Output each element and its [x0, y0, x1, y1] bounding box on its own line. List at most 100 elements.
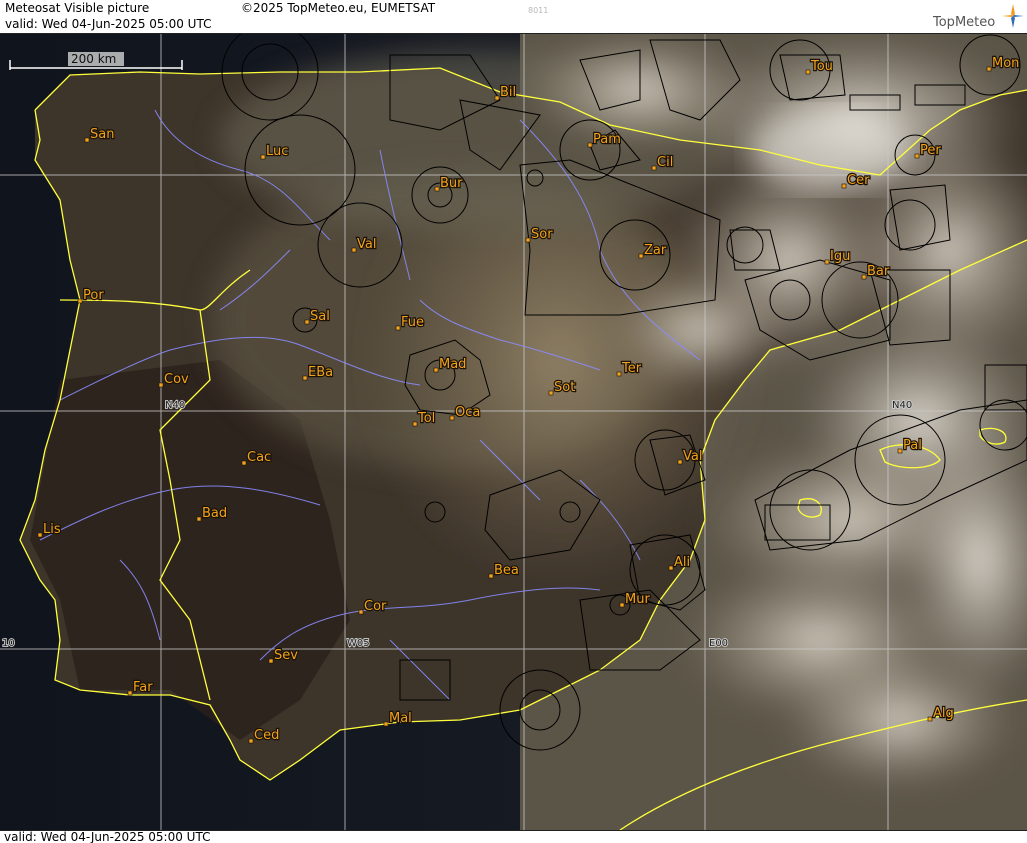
footer-bar: valid: Wed 04-Jun-2025 05:00 UTC	[0, 830, 1027, 843]
city-dot	[268, 658, 274, 664]
city-marker-luc: Luc	[260, 143, 290, 160]
city-label: Bea	[494, 563, 519, 578]
city-dot	[434, 186, 440, 192]
city-dot	[677, 459, 683, 465]
city-dot	[358, 609, 364, 615]
city-marker-cor: Cor	[358, 598, 388, 615]
city-label: Bad	[202, 506, 227, 521]
city-label: Sev	[274, 648, 298, 663]
city-dot	[260, 154, 266, 160]
city-marker-ocа: Ocа	[449, 404, 482, 421]
city-dot	[241, 460, 247, 466]
city-marker-bea: Bea	[488, 562, 520, 579]
city-dot	[433, 367, 439, 373]
city-marker-sev: Sev	[268, 647, 299, 664]
city-label: Mal	[389, 711, 412, 726]
city-dot	[861, 274, 867, 280]
city-marker-zar: Zar	[638, 242, 668, 259]
city-marker-mur: Mur	[619, 591, 652, 608]
city-dot	[805, 69, 811, 75]
city-marker-pam: Pam	[587, 131, 622, 148]
pyrenees-clouds	[750, 110, 910, 190]
city-label: Cor	[364, 599, 387, 614]
brand-text: TopMeteo	[933, 15, 996, 30]
city-dot	[616, 371, 622, 377]
city-dot	[986, 66, 992, 72]
scale-bar-label: 200 km	[71, 52, 116, 66]
city-label: Igu	[830, 249, 850, 264]
city-label: Mon	[992, 56, 1019, 71]
city-dot	[77, 298, 83, 304]
city-label: Sor	[531, 227, 553, 242]
city-label: Mad	[439, 357, 466, 372]
satellite-map-frame: Meteosat Visible picture valid: Wed 04-J…	[0, 0, 1027, 843]
city-dot	[383, 721, 389, 727]
city-marker-tou: Tou	[805, 58, 834, 75]
city-marker-mad: Mad	[433, 356, 468, 373]
city-dot	[619, 602, 625, 608]
lat-label-n40: N40	[165, 400, 185, 411]
city-dot	[494, 95, 500, 101]
city-label: Luc	[266, 144, 288, 159]
city-label: Alg	[933, 706, 954, 721]
city-marker-ced: Ced	[248, 727, 281, 744]
city-dot	[449, 415, 455, 421]
city-label: Ter	[621, 361, 642, 376]
city-dot	[488, 573, 494, 579]
city-label: Pam	[593, 132, 621, 147]
lon-label-e00: E00	[709, 638, 728, 649]
city-label: Fue	[401, 315, 424, 330]
city-dot	[651, 165, 657, 171]
city-marker-cer: Cer	[841, 172, 871, 189]
city-dot	[84, 137, 90, 143]
city-label: Cil	[657, 155, 673, 170]
lon-label-w10: 10	[2, 638, 15, 649]
city-label: EBa	[308, 365, 333, 380]
satellite-image: 200 km N40 N40 10 W05 E00 Bil Tou Mon San Lu…	[0, 34, 1027, 830]
copyright-text: ©2025 TopMeteo.eu, EUMETSAT	[241, 1, 436, 15]
city-label: Mur	[625, 592, 650, 607]
city-marker-fue: Fue	[395, 314, 425, 331]
lon-label-w05: W05	[347, 638, 370, 649]
city-label: Lis	[43, 522, 61, 537]
city-marker-cac: Cac	[241, 449, 272, 466]
city-dot	[351, 247, 357, 253]
city-dot	[824, 259, 830, 265]
city-dot	[927, 716, 933, 722]
city-label: Sot	[554, 380, 575, 395]
city-label: Cac	[247, 450, 271, 465]
city-marker-mon: Mon	[986, 55, 1021, 72]
city-label: Cov	[164, 372, 189, 387]
city-label: Bur	[440, 176, 463, 191]
city-label: Zar	[644, 243, 667, 258]
city-dot	[587, 142, 593, 148]
city-dot	[248, 738, 254, 744]
city-label: San	[90, 127, 114, 142]
city-dot	[196, 516, 202, 522]
topmeteo-logo-icon	[1002, 4, 1024, 28]
city-marker-bar: Bar	[861, 263, 891, 280]
city-label: Tou	[810, 59, 833, 74]
city-dot	[127, 690, 133, 696]
city-marker-eba: EBa	[302, 364, 334, 381]
city-marker-bad: Bad	[196, 505, 228, 522]
city-label: Per	[920, 143, 941, 158]
city-dot	[914, 153, 920, 159]
valid-time-top: valid: Wed 04-Jun-2025 05:00 UTC	[5, 17, 212, 31]
city-dot	[304, 319, 310, 325]
city-dot	[302, 375, 308, 381]
city-label: Cer	[847, 173, 870, 188]
city-marker-san: San	[84, 126, 116, 143]
image-code: 8011	[528, 6, 549, 15]
city-label: Ocа	[455, 405, 480, 420]
city-label: Sal	[310, 309, 330, 324]
city-dot	[638, 253, 644, 259]
city-label: Ced	[254, 728, 279, 743]
city-label: Bil	[500, 85, 516, 100]
city-label: Val	[683, 449, 702, 464]
city-label: Ali	[674, 555, 690, 570]
city-marker-sor: Sor	[525, 226, 554, 243]
city-label: Far	[133, 680, 153, 695]
city-dot	[668, 565, 674, 571]
city-label: Bar	[867, 264, 890, 279]
